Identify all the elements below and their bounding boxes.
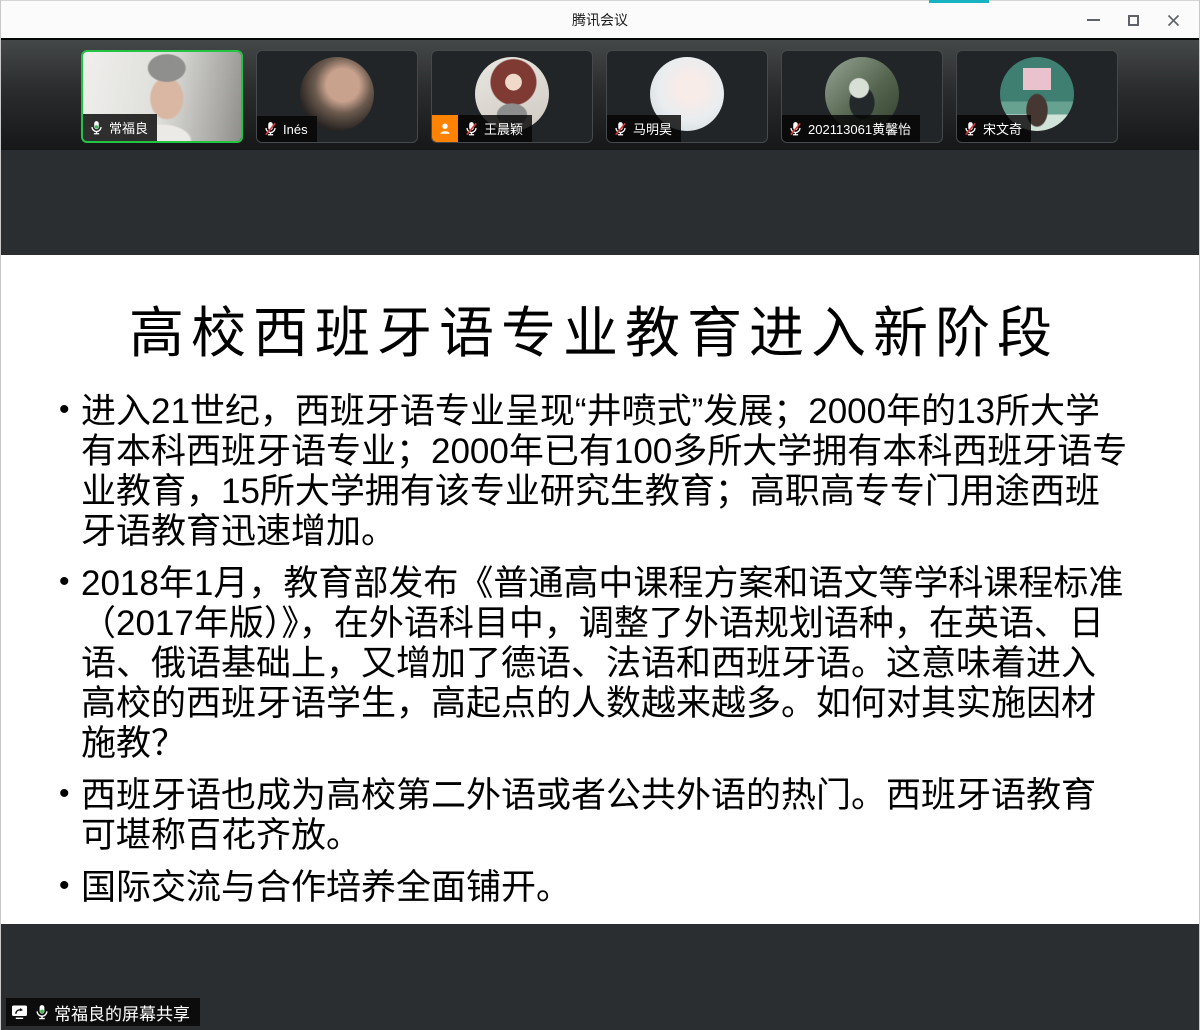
participant-tile-maminghao[interactable]: 马明昊 — [606, 50, 768, 143]
close-icon — [1167, 14, 1180, 27]
mic-on-icon — [89, 120, 104, 136]
maximize-button[interactable] — [1113, 1, 1153, 39]
mic-muted-icon — [963, 121, 978, 137]
name-bar: 马明昊 — [607, 115, 681, 142]
slide-title: 高校西班牙语专业教育进入新阶段 — [59, 300, 1129, 366]
participant-tile-huangxinyi[interactable]: 202113061黄馨怡 — [781, 50, 943, 143]
meeting-window: 腾讯会议 — [0, 0, 1200, 1030]
tile-footer: 202113061黄馨怡 — [782, 115, 920, 142]
participant-name: Inés — [283, 122, 308, 137]
participant-tile-ines[interactable]: Inés — [256, 50, 418, 143]
participant-tile-changfuliang[interactable]: 常福良 — [81, 50, 243, 143]
participant-tiles: 常福良 Inés — [81, 50, 1118, 143]
tile-footer: Inés — [257, 116, 317, 142]
minimize-icon — [1087, 19, 1100, 21]
slide-bullet: 进入21世纪，西班牙语专业呈现“井喷式”发展；2000年的13所大学有本科西班牙… — [59, 392, 1129, 552]
screen-share-label: 常福良的屏幕共享 — [54, 1000, 190, 1025]
minimize-button[interactable] — [1073, 1, 1113, 39]
tile-footer: 宋文奇 — [957, 115, 1031, 142]
name-bar: 202113061黄馨怡 — [782, 115, 920, 142]
tile-footer: 常福良 — [83, 114, 157, 141]
window-title: 腾讯会议 — [572, 10, 628, 30]
titlebar: 腾讯会议 — [1, 0, 1199, 38]
slide-bullet: 国际交流与合作培养全面铺开。 — [59, 868, 1129, 908]
shared-screen-slide: 高校西班牙语专业教育进入新阶段 进入21世纪，西班牙语专业呈现“井喷式”发展；2… — [1, 255, 1199, 924]
participant-name: 常福良 — [109, 118, 148, 137]
slide-bullet: 2018年1月，教育部发布《普通高中课程方案和语文等学科课程标准（2017年版）… — [59, 564, 1129, 764]
tile-footer: 王晨颖 — [432, 115, 532, 142]
screen-share-banner: 常福良的屏幕共享 — [6, 998, 200, 1026]
name-bar: 常福良 — [83, 114, 157, 141]
person-icon — [437, 121, 453, 137]
mic-muted-icon — [788, 121, 803, 137]
window-controls — [1073, 1, 1193, 39]
participant-name: 马明昊 — [633, 119, 672, 138]
mic-muted-icon — [613, 121, 628, 137]
close-button[interactable] — [1153, 1, 1193, 39]
name-bar: 宋文奇 — [957, 115, 1031, 142]
slide-bullet-list: 进入21世纪，西班牙语专业呈现“井喷式”发展；2000年的13所大学有本科西班牙… — [59, 392, 1129, 908]
mic-on-icon — [34, 1004, 50, 1021]
participant-tile-songwenqi[interactable]: 宋文奇 — [956, 50, 1118, 143]
stage-background-top — [1, 150, 1199, 255]
participant-name: 宋文奇 — [983, 119, 1022, 138]
member-badge — [432, 115, 458, 142]
mic-muted-icon — [464, 121, 479, 137]
name-bar: Inés — [257, 116, 317, 142]
accent-bar — [929, 0, 989, 3]
video-strip: 常福良 Inés — [1, 38, 1199, 150]
participant-tile-wangchenying[interactable]: 王晨颖 — [431, 50, 593, 143]
slide-bullet: 西班牙语也成为高校第二外语或者公共外语的热门。西班牙语教育可堪称百花齐放。 — [59, 776, 1129, 856]
participant-name: 202113061黄馨怡 — [808, 119, 911, 138]
participant-name: 王晨颖 — [484, 119, 523, 138]
maximize-icon — [1128, 15, 1139, 26]
mic-muted-icon — [263, 121, 278, 137]
name-bar: 王晨颖 — [458, 115, 532, 142]
screen-share-icon — [11, 1004, 30, 1021]
tile-footer: 马明昊 — [607, 115, 681, 142]
